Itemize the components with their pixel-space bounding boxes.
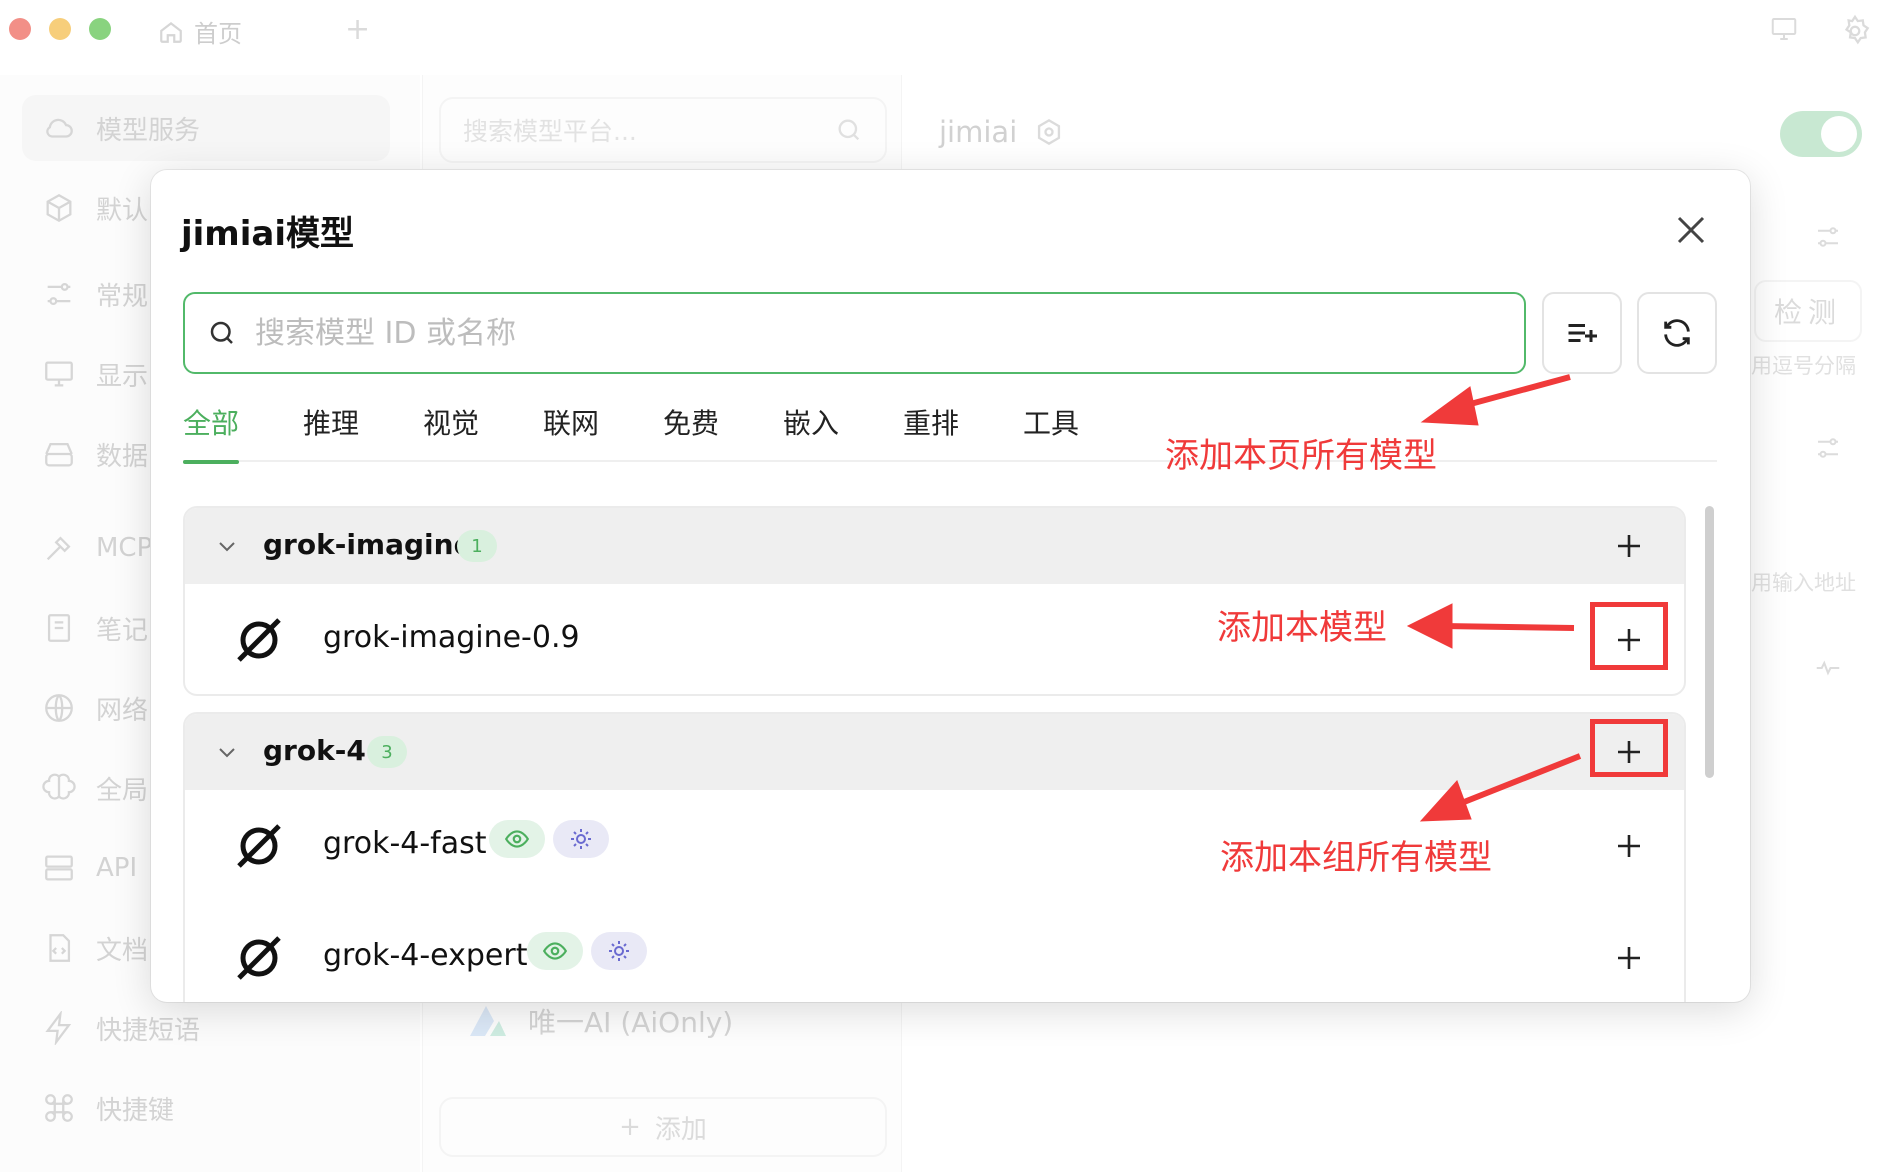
annotation-highlight-box (1590, 602, 1668, 670)
model-group-header[interactable]: grok-imagine 1 (185, 508, 1684, 584)
models-dialog: jimiai模型 全部 推理 视觉 联网 免费 嵌入 重排 工具 grok-im… (151, 170, 1750, 1002)
annotation-add-page-all: 添加本页所有模型 (1165, 436, 1437, 476)
refresh-icon (1664, 319, 1690, 347)
dialog-title: jimiai模型 (181, 214, 354, 254)
model-group-count-badge: 3 (367, 736, 407, 768)
model-group-header[interactable]: grok-4 3 (185, 714, 1684, 790)
annotation-add-this-model: 添加本模型 (1217, 608, 1387, 648)
reasoning-capability-badge (591, 932, 647, 970)
bulb-icon (609, 941, 629, 961)
tab-all[interactable]: 全部 (183, 402, 240, 464)
reasoning-capability-badge (553, 820, 609, 858)
add-model-plus-icon[interactable] (1611, 940, 1647, 976)
add-all-models-button[interactable] (1542, 292, 1622, 374)
annotation-add-group-all: 添加本组所有模型 (1220, 838, 1492, 878)
model-group: grok-imagine 1 grok-imagine-0.9 (183, 506, 1686, 696)
tab-reasoning[interactable]: 推理 (303, 402, 359, 462)
search-icon (210, 321, 233, 344)
eye-icon (504, 830, 530, 848)
model-name: grok-4-fast (323, 826, 487, 861)
refresh-models-button[interactable] (1637, 292, 1717, 374)
model-group-name: grok-imagine (263, 528, 473, 561)
model-list: grok-imagine 1 grok-imagine-0.9 grok-4 3… (183, 506, 1686, 1002)
bulb-icon (571, 829, 591, 849)
tab-free[interactable]: 免费 (663, 402, 719, 462)
model-group-count-badge: 1 (457, 530, 497, 562)
add-model-plus-icon[interactable] (1611, 828, 1647, 864)
scrollbar[interactable] (1705, 506, 1714, 778)
tab-tools[interactable]: 工具 (1023, 402, 1079, 462)
model-name: grok-4-expert (323, 938, 528, 973)
model-search-input[interactable] (255, 315, 1455, 351)
vision-capability-badge (527, 932, 583, 970)
chevron-down-icon[interactable] (215, 534, 239, 558)
model-search-field[interactable] (183, 292, 1526, 374)
grok-logo-icon (237, 618, 281, 662)
tab-embedding[interactable]: 嵌入 (783, 402, 839, 462)
model-row: grok-imagine-0.9 (185, 584, 1684, 694)
model-name: grok-imagine-0.9 (323, 620, 580, 655)
tab-vision[interactable]: 视觉 (423, 402, 479, 462)
eye-icon (542, 942, 568, 960)
list-plus-icon (1568, 324, 1597, 342)
vision-capability-badge (489, 820, 545, 858)
model-group-name: grok-4 (263, 734, 366, 767)
capability-tabs: 全部 推理 视觉 联网 免费 嵌入 重排 工具 (183, 402, 1717, 464)
chevron-down-icon[interactable] (215, 740, 239, 764)
grok-logo-icon (237, 936, 281, 980)
tab-web[interactable]: 联网 (543, 402, 599, 462)
tab-rerank[interactable]: 重排 (903, 402, 959, 462)
grok-logo-icon (237, 824, 281, 868)
model-row: grok-4-expert (185, 902, 1684, 1002)
add-group-models-plus-icon[interactable] (1611, 528, 1647, 564)
close-icon[interactable] (1671, 210, 1711, 250)
annotation-highlight-box (1590, 719, 1668, 777)
